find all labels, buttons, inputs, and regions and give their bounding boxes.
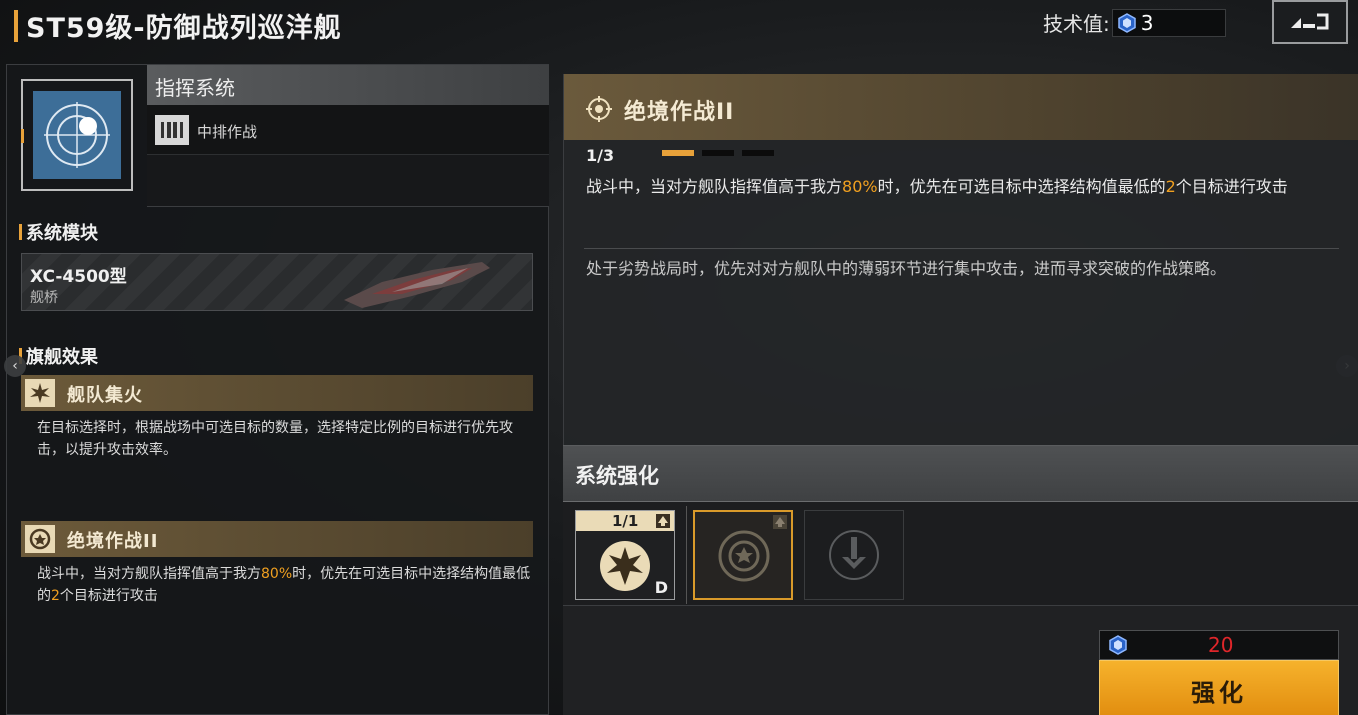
effect-fleet-fire-bar: 舰队集火	[21, 375, 533, 411]
upgrade-arrow-icon	[773, 515, 787, 529]
tech-value-box: 3	[1111, 8, 1226, 37]
slot-level: 1/1	[612, 512, 639, 530]
upgrade-button[interactable]: 强化	[1099, 660, 1339, 715]
enhance-slots: 1/1 D	[563, 501, 1358, 605]
skill-desc-text: 个目标进行攻击	[1175, 177, 1288, 196]
return-icon	[1291, 13, 1329, 30]
system-name-bar: 指挥系统	[147, 65, 549, 105]
system-row-empty	[147, 155, 549, 207]
cost-display: 20	[1099, 630, 1339, 660]
skill-desc-highlight: 80%	[842, 177, 878, 196]
effect-name: 绝境作战II	[67, 531, 159, 552]
title-accent-bar	[14, 9, 18, 42]
skill-level: 1/3	[586, 146, 615, 165]
divider	[584, 248, 1339, 249]
effect-desc: 战斗中，当对方舰队指挥值高于我方80%时，优先在可选目标中选择结构值最低的2个目…	[37, 563, 533, 607]
flagship-section-label: 旗舰效果	[26, 347, 98, 368]
section-accent-bar	[19, 224, 22, 240]
module-card[interactable]: XC-4500型 舰桥	[21, 253, 533, 311]
level-pip	[662, 150, 694, 156]
tech-value-display: 技术值: 3	[1043, 8, 1226, 37]
enhance-slot[interactable]	[804, 510, 904, 600]
header: ST59级-防御战列巡洋舰 技术值: 3	[0, 0, 1358, 50]
system-icon-frame	[21, 79, 133, 191]
module-section-label: 系统模块	[26, 223, 98, 244]
level-pip	[702, 150, 734, 156]
system-info-panel: 指挥系统 中排作战 系统模块 XC-4500型 舰桥 旗舰效果 舰队集火 在目标…	[6, 64, 549, 715]
slot-level-bar: 1/1	[576, 511, 674, 531]
system-icon-bg	[33, 91, 121, 179]
formation-icon	[155, 115, 189, 145]
back-button[interactable]	[1272, 0, 1348, 44]
emblem-icon	[586, 96, 612, 122]
module-section-title: 系统模块	[19, 219, 98, 245]
upgrade-area: 20 强化	[563, 605, 1358, 715]
cost-value: 20	[1208, 633, 1234, 657]
page-title-wrap: ST59级-防御战列巡洋舰	[14, 6, 342, 45]
enhance-slot-selected[interactable]	[693, 510, 793, 600]
effect-desperate-bar: 绝境作战II	[21, 521, 533, 557]
upgrade-arrow-icon	[656, 514, 670, 528]
skill-description: 战斗中，当对方舰队指挥值高于我方80%时，优先在可选目标中选择结构值最低的2个目…	[586, 174, 1342, 200]
effect-desc-highlight: 80%	[261, 566, 293, 582]
skill-header: 绝境作战II	[564, 74, 1358, 140]
page-title: ST59级-防御战列巡洋舰	[26, 13, 342, 44]
emblem-icon	[25, 525, 55, 553]
skill-flavor-text: 处于劣势战局时，优先对对方舰队中的薄弱环节进行集中攻击，进而寻求突破的作战策略。	[586, 259, 1227, 278]
effect-desc-text: 战斗中，当对方舰队指挥值高于我方	[37, 566, 261, 582]
skill-desc-text: 战斗中，当对方舰队指挥值高于我方	[586, 177, 843, 196]
skill-desc-highlight: 2	[1165, 177, 1176, 196]
skill-desc-text: 时，优先在可选目标中选择结构值最低的	[877, 177, 1166, 196]
selection-marker	[21, 129, 24, 143]
effect-desc-highlight: 2	[51, 588, 60, 604]
anchor-icon	[829, 530, 879, 580]
target-icon	[44, 102, 110, 168]
tech-gem-icon	[1109, 635, 1127, 655]
ship-bridge-image	[344, 262, 490, 308]
module-name: XC-4500型	[30, 267, 127, 287]
prev-arrow-button[interactable]: ‹	[4, 355, 26, 377]
enhance-title: 系统强化	[575, 464, 659, 488]
effect-desc-text: 个目标进行攻击	[59, 588, 158, 604]
tech-gem-icon	[1118, 12, 1136, 33]
enhance-header: 系统强化	[563, 445, 1358, 501]
tech-value: 3	[1140, 10, 1154, 35]
tech-label: 技术值:	[1043, 12, 1110, 36]
effect-name: 舰队集火	[67, 385, 143, 406]
burst-icon	[600, 541, 650, 591]
slot-separator	[686, 506, 687, 604]
skill-detail-panel: 绝境作战II 1/3 战斗中，当对方舰队指挥值高于我方80%时，优先在可选目标中…	[563, 74, 1358, 445]
effect-desc: 在目标选择时，根据战场中可选目标的数量，选择特定比例的目标进行优先攻击，以提升攻…	[37, 420, 513, 458]
flagship-section-title: 旗舰效果	[19, 343, 98, 369]
system-row: 中排作战	[147, 105, 549, 155]
system-name: 指挥系统	[155, 76, 235, 100]
slot-grade: D	[654, 578, 668, 597]
module-type: 舰桥	[30, 290, 58, 306]
upgrade-button-label: 强化	[1191, 679, 1247, 707]
system-row-label: 中排作战	[197, 123, 258, 141]
skill-name: 绝境作战II	[624, 100, 735, 125]
emblem-icon	[718, 530, 770, 582]
burst-icon	[25, 379, 55, 407]
enhance-slot[interactable]: 1/1 D	[575, 510, 675, 600]
level-pip	[742, 150, 774, 156]
